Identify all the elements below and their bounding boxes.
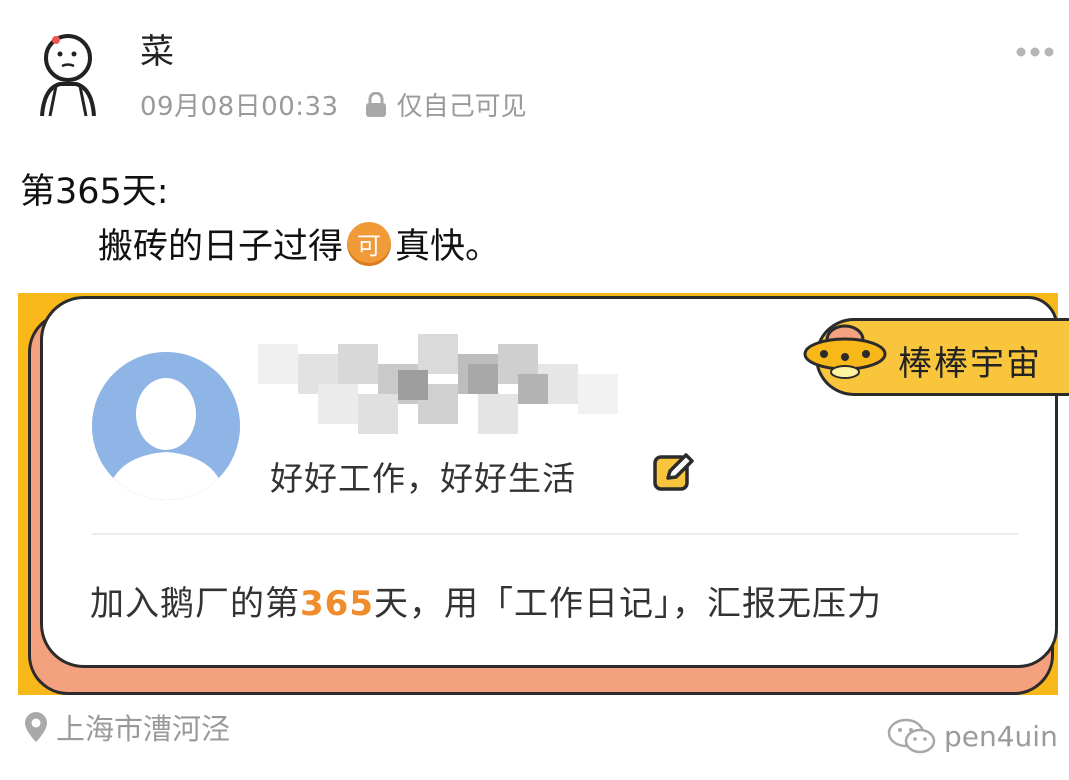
join-days-text: 加入鹅厂的第365天，用「工作日记」，汇报无压力 <box>90 576 882 625</box>
username[interactable]: 菜 <box>140 24 174 73</box>
watermark-text: pen4uin <box>944 719 1058 753</box>
join-text-prefix: 加入鹅厂的第 <box>90 584 300 624</box>
user-avatar[interactable] <box>30 28 110 118</box>
ufo-icon <box>803 324 887 379</box>
blurred-nickname <box>258 334 618 434</box>
card-divider <box>92 533 1018 535</box>
join-text-suffix: 天，用「工作日记」，汇报无压力 <box>373 584 882 624</box>
edit-icon[interactable] <box>652 450 696 494</box>
post-body: 搬砖的日子过得 可 真快。 <box>98 218 500 269</box>
visibility-label: 仅自己可见 <box>396 92 527 122</box>
more-dots-icon[interactable] <box>1015 42 1055 62</box>
location-pin-icon <box>25 712 47 742</box>
badge-label: 棒棒宇宙 <box>898 344 1042 384</box>
location-text: 上海市漕河泾 <box>56 712 231 746</box>
post-title: 第365天: <box>20 172 169 212</box>
post-body-text-end: 真快。 <box>395 227 501 267</box>
post-timestamp: 09月08日00:33 <box>140 92 339 122</box>
join-days-number: 365 <box>300 584 374 624</box>
profile-avatar <box>92 352 240 500</box>
watermark: pen4uin <box>886 716 1058 756</box>
post-body-text-start: 搬砖的日子过得 <box>98 227 344 267</box>
wechat-icon <box>887 718 936 754</box>
profile-signature: 好好工作，好好生活 <box>270 459 576 498</box>
emoji-icon: 可 <box>347 221 392 266</box>
post-location[interactable]: 上海市漕河泾 <box>24 706 230 748</box>
lock-icon <box>365 91 386 117</box>
post-meta: 09月08日00:33 仅自己可见 <box>140 86 527 123</box>
